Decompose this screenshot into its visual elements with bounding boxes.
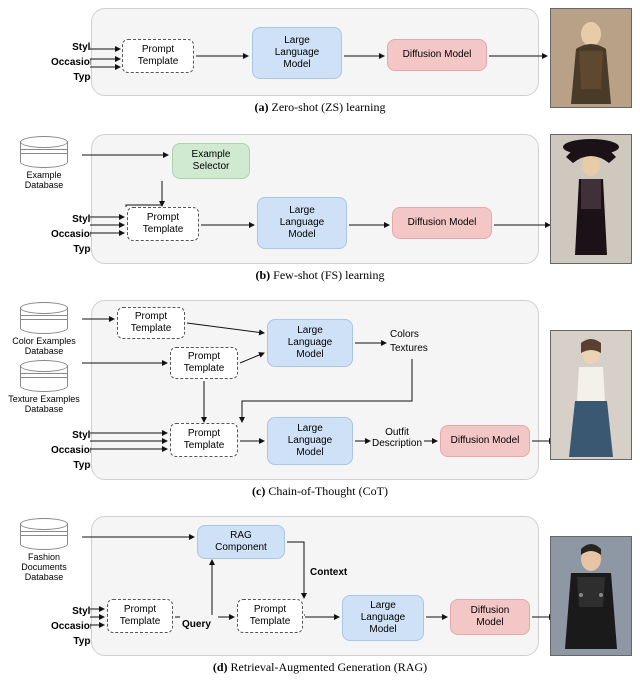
input-labels: Style Occasion Type [6,40,96,85]
llm-label: Large Language Model [280,205,325,241]
texture-database: Texture Examples Database [6,360,82,414]
output-image [550,536,632,656]
diffusion-box: Diffusion Model [387,39,487,71]
colors-label: Colors [390,329,419,340]
fashion-database: Fashion Documents Database [6,518,82,582]
input-style: Style [6,428,96,443]
diffusion-box: Diffusion Model [440,425,530,457]
prompt-template-textures: Prompt Template [170,347,238,379]
diffusion-box: Diffusion Model [450,599,530,635]
input-labels: Style Occasion Type [6,428,96,473]
input-style: Style [6,212,96,227]
fashion-database-label: Fashion Documents Database [6,552,82,582]
prompt-template-query: Prompt Template [107,599,173,633]
llm-label: Large Language Model [275,35,320,71]
example-selector-box: Example Selector [172,143,250,179]
llm-box: Large Language Model [252,27,342,79]
example-database: Example Database [6,136,82,190]
prompt-template-label: Prompt Template [143,212,184,236]
caption-c: (c) Chain-of-Thought (CoT) [6,484,634,499]
llm-box-2: Large Language Model [267,417,353,465]
caption-a: (a) Zero-shot (ZS) learning [6,100,634,115]
context-label: Context [310,567,347,578]
rag-component-label: RAG Component [215,530,267,554]
llm-box: Large Language Model [342,595,424,641]
input-type: Type [6,242,96,257]
caption-d: (d) Retrieval-Augmented Generation (RAG) [6,660,634,675]
caption-b: (b) Few-shot (FS) learning [6,268,634,283]
subfigure-d: Fashion Documents Database Style Occasio… [6,516,634,686]
prompt-template-box: Prompt Template [122,39,194,73]
outfit-desc-label: Outfit Description [372,427,422,449]
input-occasion: Occasion [6,55,96,70]
input-occasion: Occasion [6,619,96,634]
textures-label: Textures [390,343,428,354]
color-database-label: Color Examples Database [6,336,82,356]
input-occasion: Occasion [6,227,96,242]
input-type: Type [6,458,96,473]
diffusion-label: Diffusion Model [408,217,477,229]
output-image [550,134,632,264]
prompt-template-label: Prompt Template [138,44,179,68]
prompt-template-colors: Prompt Template [117,307,185,339]
input-style: Style [6,604,96,619]
output-image [550,330,632,460]
input-occasion: Occasion [6,443,96,458]
prompt-template-box: Prompt Template [127,207,199,241]
subfigure-a: Style Occasion Type Prompt Template Larg… [6,8,634,128]
input-labels: Style Occasion Type [6,212,96,257]
diffusion-label: Diffusion Model [403,49,472,61]
subfigure-c: Color Examples Database Texture Examples… [6,300,634,510]
llm-box: Large Language Model [257,197,347,249]
rag-component-box: RAG Component [197,525,285,559]
arrows [92,517,562,657]
diffusion-box: Diffusion Model [392,207,492,239]
example-selector-label: Example Selector [192,149,231,173]
texture-database-label: Texture Examples Database [6,394,82,414]
output-image [550,8,632,108]
input-type: Type [6,70,96,85]
subfigure-b: Example Database Style Occasion Type Exa… [6,134,634,294]
query-label: Query [182,619,211,630]
input-type: Type [6,634,96,649]
prompt-template-final: Prompt Template [237,599,303,633]
color-database: Color Examples Database [6,302,82,356]
prompt-template-outfit: Prompt Template [170,423,238,457]
example-database-label: Example Database [6,170,82,190]
llm-box-1: Large Language Model [267,319,353,367]
input-labels: Style Occasion Type [6,604,96,649]
input-style: Style [6,40,96,55]
